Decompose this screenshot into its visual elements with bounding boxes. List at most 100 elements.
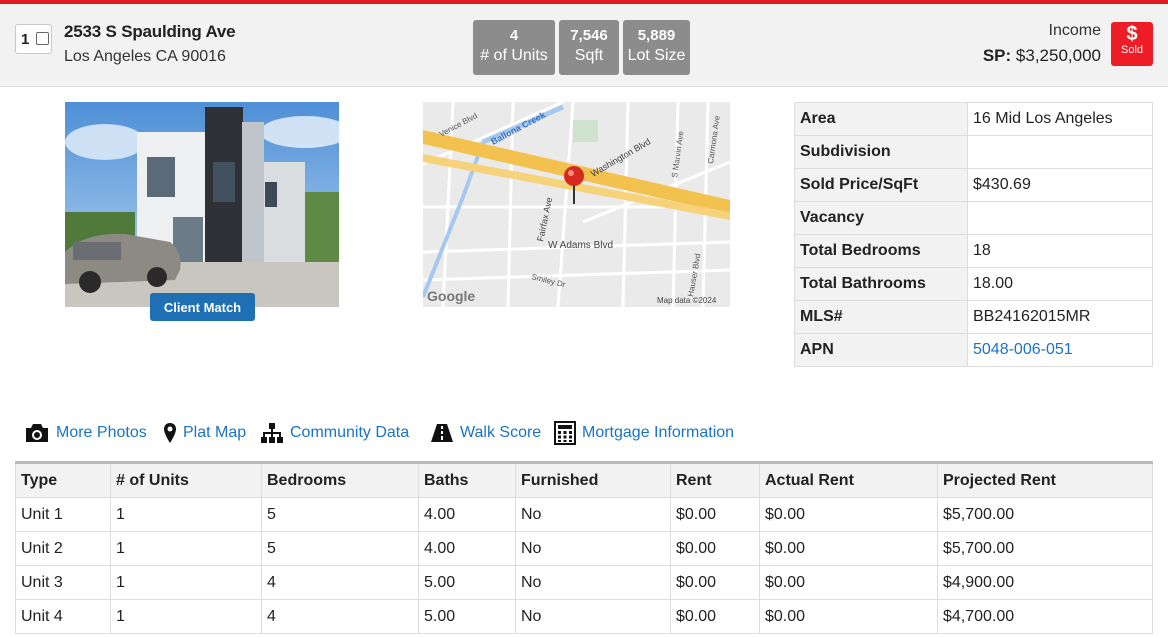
column-header-baths[interactable]: Baths (418, 461, 516, 498)
table-row: Unit 4 1 4 5.00 No $0.00 $0.00 $4,700.00 (15, 599, 1153, 634)
table-cell: 4 (261, 599, 419, 634)
table-cell: $0.00 (759, 565, 938, 600)
table-cell: $4,900.00 (937, 565, 1153, 600)
table-cell: $5,700.00 (937, 497, 1153, 532)
table-cell: $0.00 (759, 599, 938, 634)
table-cell: $0.00 (670, 599, 760, 634)
details-row: Vacancy (794, 201, 1153, 235)
units-stat-value: 4 (509, 27, 519, 44)
units-header-row: Type # of Units Bedrooms Baths Furnished… (15, 461, 1153, 498)
details-value (967, 135, 1153, 169)
table-cell: 5.00 (418, 565, 516, 600)
table-cell: 4 (261, 565, 419, 600)
property-details-table: Area 16 Mid Los Angeles Subdivision Sold … (794, 102, 1153, 367)
details-value: $430.69 (967, 168, 1153, 202)
table-cell: $0.00 (670, 497, 760, 532)
column-header-bedrooms[interactable]: Bedrooms (261, 461, 419, 498)
details-value: 16 Mid Los Angeles (967, 102, 1153, 136)
table-row: Unit 2 1 5 4.00 No $0.00 $0.00 $5,700.00 (15, 531, 1153, 566)
details-key: Sold Price/SqFt (794, 168, 968, 202)
client-match-button[interactable]: Client Match (150, 293, 255, 321)
details-row: Subdivision (794, 135, 1153, 169)
address-line-2: Los Angeles CA 90016 (64, 48, 226, 65)
details-row: MLS# BB24162015MR (794, 300, 1153, 334)
table-cell: 5.00 (418, 599, 516, 634)
calculator-icon (554, 421, 576, 445)
table-cell: Unit 1 (15, 497, 111, 532)
details-key: Vacancy (794, 201, 968, 235)
column-header-furnished[interactable]: Furnished (515, 461, 671, 498)
community-data-label: Community Data (290, 424, 410, 441)
table-cell: 1 (110, 497, 262, 532)
dollar-icon: $ (1126, 23, 1138, 45)
map-attribution: Map data ©2024 (657, 296, 717, 305)
details-row: Sold Price/SqFt $430.69 (794, 168, 1153, 202)
table-cell: $0.00 (759, 531, 938, 566)
column-header-projected-rent[interactable]: Projected Rent (937, 461, 1153, 498)
details-value: 18 (967, 234, 1153, 268)
listing-checkbox[interactable] (36, 32, 49, 45)
listing-header: 1 2533 S Spaulding Ave Los Angeles CA 90… (0, 4, 1168, 87)
details-key: APN (794, 333, 968, 367)
sqft-stat: 7,546 Sqft (559, 20, 619, 75)
table-cell: $0.00 (670, 565, 760, 600)
address-line-1[interactable]: 2533 S Spaulding Ave (64, 22, 236, 42)
table-cell: 1 (110, 531, 262, 566)
table-cell: $4,700.00 (937, 599, 1153, 634)
map-label-adams: W Adams Blvd (548, 240, 613, 251)
sitemap-icon (261, 423, 283, 443)
property-category: Income (1048, 22, 1101, 39)
details-row: Total Bathrooms 18.00 (794, 267, 1153, 301)
details-key: MLS# (794, 300, 968, 334)
details-value: 18.00 (967, 267, 1153, 301)
apn-link[interactable]: 5048-006-051 (973, 341, 1073, 358)
details-key: Area (794, 102, 968, 136)
status-badge: $ Sold (1111, 22, 1153, 66)
details-value: 5048-006-051 (967, 333, 1153, 367)
lot-size-stat-value: 5,889 (637, 27, 676, 44)
plat-map-link[interactable]: Plat Map (163, 418, 246, 448)
details-row: Area 16 Mid Los Angeles (794, 102, 1153, 136)
community-data-link[interactable]: Community Data (260, 418, 409, 448)
table-cell: Unit 2 (15, 531, 111, 566)
column-header-type[interactable]: Type (15, 461, 111, 498)
table-cell: No (515, 565, 671, 600)
table-cell: 4.00 (418, 531, 516, 566)
table-cell: 1 (110, 599, 262, 634)
column-header-units[interactable]: # of Units (110, 461, 262, 498)
walk-score-link[interactable]: Walk Score (430, 418, 541, 448)
listing-index: 1 (21, 31, 30, 48)
details-key: Total Bedrooms (794, 234, 968, 268)
table-row: Unit 3 1 4 5.00 No $0.00 $0.00 $4,900.00 (15, 565, 1153, 600)
sold-price-label: SP: (982, 46, 1012, 65)
camera-icon (26, 424, 48, 442)
details-row: Total Bedrooms 18 (794, 234, 1153, 268)
mortgage-information-label: Mortgage Information (582, 424, 735, 441)
listing-select-box[interactable]: 1 (15, 24, 52, 54)
location-map[interactable]: Venice Blvd Ballona Creek Washington Blv… (423, 102, 730, 307)
table-cell: $0.00 (670, 531, 760, 566)
table-cell: $0.00 (759, 497, 938, 532)
column-header-rent[interactable]: Rent (670, 461, 760, 498)
more-photos-link[interactable]: More Photos (24, 418, 147, 448)
table-cell: 5 (261, 497, 419, 532)
sold-price: SP: $3,250,000 (983, 46, 1101, 66)
property-photo[interactable] (65, 102, 339, 307)
more-photos-label: More Photos (56, 424, 147, 441)
lot-size-stat-label: Lot Size (627, 47, 686, 64)
sqft-stat-label: Sqft (574, 47, 604, 64)
plat-map-label: Plat Map (183, 424, 247, 441)
google-logo: Google (427, 288, 475, 304)
units-stat-label: # of Units (480, 47, 548, 64)
sold-price-value: $3,250,000 (1015, 46, 1101, 65)
table-cell: No (515, 497, 671, 532)
status-label: Sold (1120, 44, 1144, 56)
table-cell: No (515, 599, 671, 634)
walk-score-label: Walk Score (460, 424, 542, 441)
map-pin-icon (164, 423, 176, 443)
mortgage-information-link[interactable]: Mortgage Information (554, 418, 734, 448)
table-row: Unit 1 1 5 4.00 No $0.00 $0.00 $5,700.00 (15, 497, 1153, 532)
lot-size-stat: 5,889 Lot Size (623, 20, 690, 75)
column-header-actual-rent[interactable]: Actual Rent (759, 461, 938, 498)
details-key: Total Bathrooms (794, 267, 968, 301)
